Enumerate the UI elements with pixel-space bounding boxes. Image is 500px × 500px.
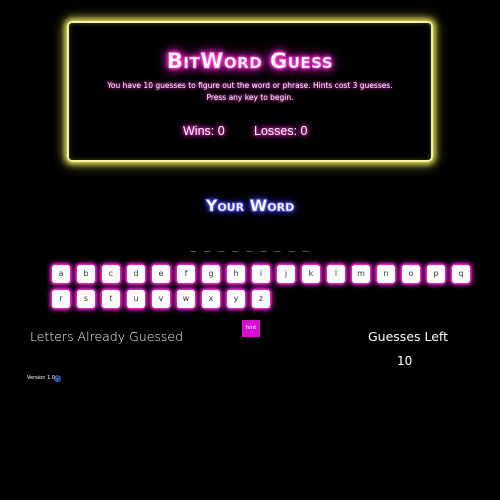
key-w[interactable]: w bbox=[177, 290, 195, 308]
guesses-left-label: Guesses Left bbox=[368, 329, 449, 344]
instructions-line-1: You have 10 guesses to figure out the wo… bbox=[107, 81, 393, 90]
game-title: BitWord Guess bbox=[166, 49, 334, 74]
key-b[interactable]: b bbox=[77, 265, 95, 283]
github-icon[interactable] bbox=[54, 375, 61, 382]
key-t[interactable]: t bbox=[102, 290, 120, 308]
wins-counter: Wins: 0 bbox=[183, 124, 225, 138]
guesses-left-value: 10 bbox=[397, 354, 413, 368]
hint-button[interactable]: hint bbox=[242, 320, 260, 337]
key-j[interactable]: j bbox=[277, 265, 295, 283]
key-e[interactable]: e bbox=[152, 265, 170, 283]
letters-guessed-label: Letters Already Guessed bbox=[30, 329, 184, 344]
key-q[interactable]: q bbox=[452, 265, 470, 283]
key-g[interactable]: g bbox=[202, 265, 220, 283]
instructions: You have 10 guesses to figure out the wo… bbox=[69, 80, 431, 104]
key-f[interactable]: f bbox=[177, 265, 195, 283]
key-o[interactable]: o bbox=[402, 265, 420, 283]
key-d[interactable]: d bbox=[127, 265, 145, 283]
key-c[interactable]: c bbox=[102, 265, 120, 283]
key-r[interactable]: r bbox=[52, 290, 70, 308]
key-n[interactable]: n bbox=[377, 265, 395, 283]
key-a[interactable]: a bbox=[52, 265, 70, 283]
key-k[interactable]: k bbox=[302, 265, 320, 283]
key-u[interactable]: u bbox=[127, 290, 145, 308]
key-v[interactable]: v bbox=[152, 290, 170, 308]
key-y[interactable]: y bbox=[227, 290, 245, 308]
key-p[interactable]: p bbox=[427, 265, 445, 283]
losses-counter: Losses: 0 bbox=[254, 124, 308, 138]
key-x[interactable]: x bbox=[202, 290, 220, 308]
key-z[interactable]: z bbox=[252, 290, 270, 308]
key-h[interactable]: h bbox=[227, 265, 245, 283]
key-s[interactable]: s bbox=[77, 290, 95, 308]
key-m[interactable]: m bbox=[352, 265, 370, 283]
header-panel: BitWord Guess You have 10 guesses to fig… bbox=[67, 21, 433, 162]
version-label: Version 1.0 bbox=[27, 375, 55, 381]
game-page: BitWord Guess You have 10 guesses to fig… bbox=[0, 0, 500, 500]
your-word-heading: Your Word bbox=[205, 196, 295, 216]
key-i[interactable]: i bbox=[252, 265, 270, 283]
word-blanks: _ _ _ _ _ _ _ _ _ bbox=[190, 241, 310, 252]
key-l[interactable]: l bbox=[327, 265, 345, 283]
instructions-line-2: Press any key to begin. bbox=[206, 93, 294, 102]
